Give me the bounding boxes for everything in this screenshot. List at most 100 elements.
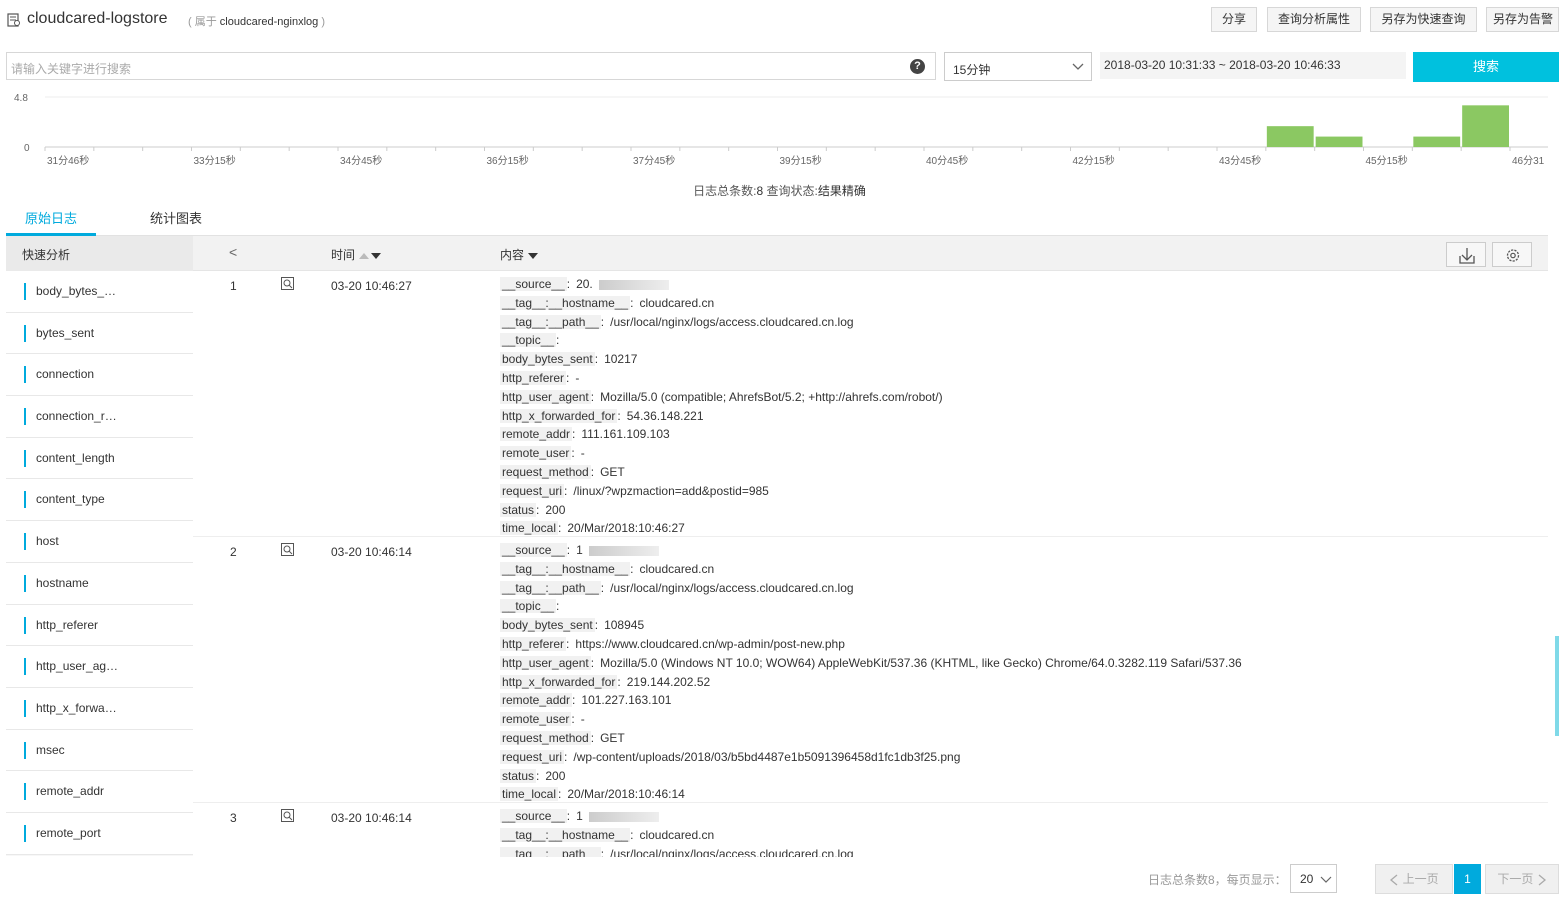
field-value[interactable]: /usr/local/nginx/logs/access.cloudcared.… — [610, 315, 853, 329]
share-button[interactable]: 分享 — [1211, 7, 1257, 32]
field-key[interactable]: time_local — [500, 521, 559, 536]
context-view-icon[interactable] — [281, 277, 294, 290]
field-key[interactable]: status — [500, 502, 537, 517]
download-button[interactable] — [1446, 242, 1486, 267]
search-button[interactable]: 搜索 — [1413, 52, 1559, 82]
save-as-alert-button[interactable]: 另存为告警 — [1486, 7, 1559, 32]
field-value[interactable]: 219.144.202.52 — [627, 675, 710, 689]
field-key[interactable]: request_uri — [500, 483, 565, 498]
query-analysis-properties-button[interactable]: 查询分析属性 — [1267, 7, 1361, 32]
sidebar-item-remote-addr[interactable]: remote_addr — [6, 771, 193, 813]
field-value[interactable]: 10217 — [604, 352, 637, 366]
help-icon[interactable]: ? — [910, 59, 925, 74]
field-value[interactable]: 111.161.109.103 — [581, 427, 669, 441]
field-key[interactable]: http_referer — [500, 371, 567, 385]
field-value[interactable]: /linux/?wpzmaction=add&postid=985 — [573, 484, 768, 498]
field-key[interactable]: __source__ — [500, 277, 567, 291]
sidebar-item-remote-port[interactable]: remote_port — [6, 812, 193, 855]
field-value[interactable]: /usr/local/nginx/logs/access.cloudcared.… — [610, 581, 853, 595]
field-key[interactable]: request_uri — [500, 749, 565, 764]
field-value[interactable]: Mozilla/5.0 (compatible; AhrefsBot/5.2; … — [600, 390, 943, 404]
field-value[interactable]: /wp-content/uploads/2018/03/b5bd4487e1b5… — [573, 750, 960, 764]
sidebar-item-http-x-forwarded[interactable]: http_x_forwa… — [6, 687, 193, 730]
field-key[interactable]: __tag__:__path__ — [500, 580, 601, 595]
field-key[interactable]: http_user_agent — [500, 655, 591, 670]
time-preset-select[interactable]: 15分钟 — [944, 52, 1092, 81]
field-value[interactable]: 20/Mar/2018:10:46:14 — [567, 787, 684, 801]
sidebar-item-body-bytes[interactable]: body_bytes_… — [6, 271, 193, 313]
save-as-quick-query-button[interactable]: 另存为快速查询 — [1370, 7, 1477, 32]
field-key[interactable]: request_method — [500, 731, 591, 745]
sidebar-item-host[interactable]: host — [6, 521, 193, 563]
field-value[interactable]: 1 — [576, 543, 583, 557]
caret-down-icon[interactable] — [527, 252, 539, 260]
field-key[interactable]: body_bytes_sent — [500, 352, 595, 367]
field-key[interactable]: __source__ — [500, 543, 567, 557]
field-value[interactable]: https://www.cloudcared.cn/wp-admin/post-… — [575, 637, 844, 651]
column-time[interactable]: 时间 — [331, 246, 382, 263]
field-value[interactable]: cloudcared.cn — [639, 296, 714, 310]
sidebar-item-content-type[interactable]: content_type — [6, 479, 193, 522]
field-key[interactable]: http_referer — [500, 637, 567, 651]
field-key[interactable]: remote_addr — [500, 693, 573, 708]
field-key[interactable]: time_local — [500, 787, 559, 802]
tab-raw-logs[interactable]: 原始日志 — [25, 208, 77, 227]
prev-page-button[interactable]: 上一页 — [1375, 864, 1453, 894]
field-key[interactable]: __topic__ — [500, 333, 557, 348]
field-value[interactable]: - — [581, 712, 585, 726]
field-key[interactable]: __tag__:__hostname__ — [500, 295, 631, 310]
field-key[interactable]: http_x_forwarded_for — [500, 674, 618, 689]
field-value[interactable]: 20/Mar/2018:10:46:27 — [567, 521, 684, 535]
field-key[interactable]: http_x_forwarded_for — [500, 408, 618, 423]
collapse-sidebar-icon[interactable]: < — [229, 244, 237, 260]
field-value[interactable]: cloudcared.cn — [639, 562, 714, 576]
field-key[interactable]: remote_user — [500, 712, 572, 727]
field-value[interactable]: cloudcared.cn — [639, 828, 714, 842]
field-value[interactable]: 54.36.148.221 — [627, 409, 704, 423]
field-key[interactable]: __topic__ — [500, 599, 557, 614]
sidebar-item-bytes-sent[interactable]: bytes_sent — [6, 312, 193, 355]
field-value[interactable]: 200 — [545, 769, 565, 783]
field-key[interactable]: __tag__:__path__ — [500, 846, 601, 857]
column-content[interactable]: 内容 — [500, 246, 539, 263]
field-key[interactable]: __tag__:__hostname__ — [500, 827, 631, 842]
field-value[interactable]: 200 — [545, 503, 565, 517]
field-key[interactable]: remote_user — [500, 446, 572, 461]
context-view-icon[interactable] — [281, 809, 294, 822]
sidebar-item-http-user-agent[interactable]: http_user_ag… — [6, 646, 193, 688]
sidebar-item-content-length[interactable]: content_length — [6, 437, 193, 480]
settings-button[interactable] — [1492, 242, 1532, 267]
field-value[interactable]: 20. — [576, 277, 593, 291]
tab-statistics-chart[interactable]: 统计图表 — [150, 208, 202, 227]
page-size-select[interactable]: 20 — [1290, 864, 1337, 893]
field-value[interactable]: 108945 — [604, 618, 644, 632]
field-value[interactable]: GET — [600, 731, 625, 745]
sidebar-item-msec[interactable]: msec — [6, 729, 193, 772]
field-value[interactable]: 1 — [576, 809, 583, 823]
field-value[interactable]: - — [581, 446, 585, 460]
project-name[interactable]: cloudcared-nginxlog — [220, 16, 318, 28]
field-value[interactable]: GET — [600, 465, 625, 479]
search-input[interactable]: 请输入关键字进行搜索 — [6, 52, 936, 80]
current-page[interactable]: 1 — [1454, 864, 1481, 894]
sidebar-item-http-referer[interactable]: http_referer — [6, 604, 193, 647]
next-page-button[interactable]: 下一页 — [1485, 864, 1559, 894]
scrollbar[interactable] — [1555, 636, 1559, 736]
context-view-icon[interactable] — [281, 543, 294, 556]
field-key[interactable]: __tag__:__hostname__ — [500, 561, 631, 576]
field-key[interactable]: remote_addr — [500, 427, 573, 442]
sort-icon[interactable] — [358, 251, 382, 261]
field-key[interactable]: body_bytes_sent — [500, 618, 595, 633]
sidebar-item-connection-requests[interactable]: connection_r… — [6, 396, 193, 438]
field-key[interactable]: status — [500, 768, 537, 783]
field-value[interactable]: Mozilla/5.0 (Windows NT 10.0; WOW64) App… — [600, 656, 1242, 670]
sidebar-item-connection[interactable]: connection — [6, 354, 193, 397]
field-value[interactable]: 101.227.163.101 — [581, 693, 671, 707]
field-value[interactable]: - — [575, 371, 579, 385]
field-key[interactable]: http_user_agent — [500, 389, 591, 404]
time-range-field[interactable]: 2018-03-20 10:31:33 ~ 2018-03-20 10:46:3… — [1100, 52, 1406, 79]
field-key[interactable]: __tag__:__path__ — [500, 314, 601, 329]
field-key[interactable]: __source__ — [500, 809, 567, 823]
field-value[interactable]: /usr/local/nginx/logs/access.cloudcared.… — [610, 847, 853, 857]
field-key[interactable]: request_method — [500, 465, 591, 479]
